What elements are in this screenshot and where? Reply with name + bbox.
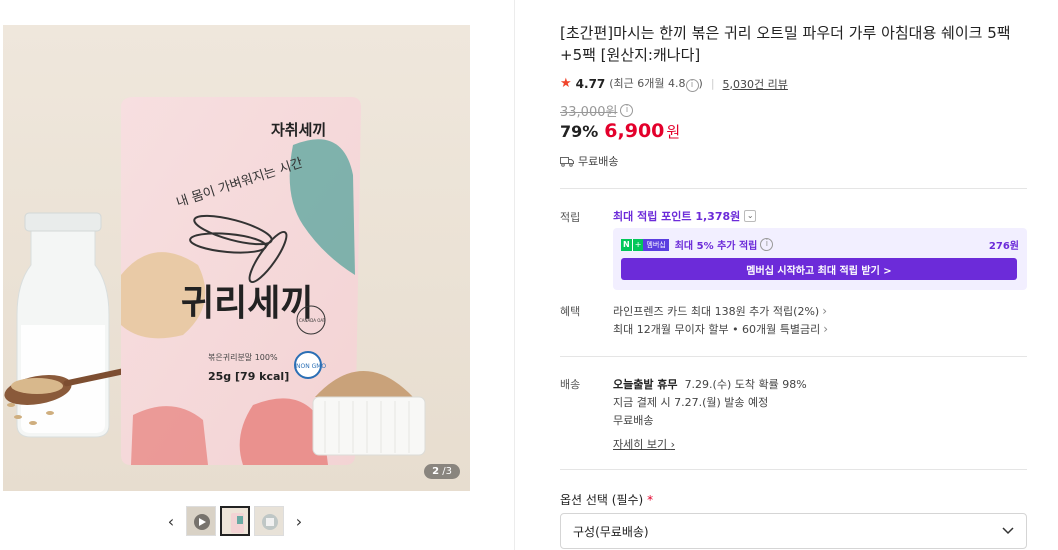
membership-box: N + 멤버십 최대 5% 추가 적립 i 276원 멤버십 시작하고 최대 적립 … bbox=[613, 228, 1027, 290]
shipping-row: 무료배송 bbox=[560, 153, 618, 169]
package-brand: 자취세끼 bbox=[271, 121, 326, 139]
extra-points-value: 276원 bbox=[988, 241, 1019, 252]
divider bbox=[560, 356, 1027, 357]
original-price-value: 33,000원 bbox=[560, 105, 618, 120]
package-sub: 볶은귀리분말 100% bbox=[208, 352, 278, 362]
membership-start-button[interactable]: 멤버십 시작하고 최대 적립 받기 > bbox=[621, 258, 1017, 280]
info-icon[interactable]: i bbox=[685, 79, 699, 92]
discount-rate: 79% bbox=[560, 122, 599, 141]
option-selected-value: 구성(무료배송) bbox=[573, 524, 649, 539]
delivery-label: 배송 bbox=[560, 378, 581, 391]
column-divider bbox=[514, 0, 515, 550]
chevron-right-icon: › bbox=[295, 511, 303, 531]
product-gallery: 자취세끼 내 몸이 가벼워지는 시간 귀리세끼 볶은귀리분말 100% 25g … bbox=[0, 0, 515, 550]
divider bbox=[560, 469, 1027, 470]
rating-row: ★ 4.77 (최근 6개월 4.8 i) | 5,030건 리뷰 bbox=[560, 75, 788, 92]
chevron-down-icon: ⌄ bbox=[744, 210, 757, 222]
review-count-link[interactable]: 5,030건 리뷰 bbox=[723, 76, 788, 92]
option-select[interactable]: 구성(무료배송) bbox=[560, 513, 1027, 549]
prev-image-button[interactable]: ‹ bbox=[160, 506, 182, 536]
info-icon[interactable]: i bbox=[760, 238, 774, 251]
benefit-installment[interactable]: 최대 12개월 무이자 할부 • 60개월 특별금리 › bbox=[613, 321, 828, 337]
package-name: 귀리세끼 bbox=[181, 283, 313, 324]
chevron-right-icon: › bbox=[822, 304, 828, 318]
image-counter: 2 /3 bbox=[424, 464, 460, 479]
product-title: [초간편]마시는 한끼 볶은 귀리 오트밀 파우더 가루 아침대용 쉐이크 5팩… bbox=[560, 24, 1011, 64]
info-icon[interactable]: i bbox=[620, 104, 634, 117]
star-icon: ★ bbox=[560, 76, 572, 91]
thumbnail-selected[interactable] bbox=[220, 506, 250, 536]
sale-price: 6,900 bbox=[604, 120, 665, 142]
chevron-right-icon: › bbox=[823, 322, 829, 336]
chevron-down-icon bbox=[1002, 527, 1014, 535]
chevron-left-icon: ‹ bbox=[167, 511, 175, 531]
max-points[interactable]: 최대 적립 포인트 1,378원 ⌄ bbox=[613, 208, 757, 224]
canada-seal: CANADA OAT bbox=[299, 318, 326, 323]
separator: | bbox=[710, 77, 715, 90]
extra-points-text: 최대 5% 추가 적립 bbox=[674, 241, 758, 252]
rating-score: 4.77 bbox=[575, 76, 606, 91]
non-gmo-badge: NON GMO bbox=[296, 363, 326, 370]
delivery-line-3: 무료배송 bbox=[613, 414, 654, 427]
product-photo: 자취세끼 내 몸이 가벼워지는 시간 귀리세끼 볶은귀리분말 100% 25g … bbox=[3, 25, 470, 491]
option-label: 옵션 선택 (필수) * bbox=[560, 493, 654, 507]
points-label: 적립 bbox=[560, 211, 581, 224]
delivery-detail-link[interactable]: 자세히 보기 › bbox=[613, 436, 675, 452]
delivery-line-2: 지금 결제 시 7.27.(월) 발송 예정 bbox=[613, 396, 769, 409]
original-price: 33,000원 i bbox=[560, 101, 634, 120]
delivery-line-1: 오늘출발 휴무 7.29.(수) 도착 확률 98% bbox=[613, 378, 807, 391]
sale-price-row: 79% 6,900 원 bbox=[560, 120, 680, 142]
package-weight: 25g [79 kcal] bbox=[208, 370, 289, 383]
chevron-right-icon: › bbox=[670, 438, 676, 451]
play-icon bbox=[187, 507, 215, 535]
main-product-image[interactable]: 자취세끼 내 몸이 가벼워지는 시간 귀리세끼 볶은귀리분말 100% 25g … bbox=[3, 25, 470, 491]
thumbnail-3[interactable] bbox=[254, 506, 284, 536]
currency-unit: 원 bbox=[666, 123, 681, 141]
rating-recent: (최근 6개월 4.8 i) bbox=[609, 77, 703, 92]
thumbnail-video[interactable] bbox=[186, 506, 216, 536]
npay-membership-badge: N + 멤버십 bbox=[621, 238, 669, 251]
benefits-label: 혜택 bbox=[560, 305, 581, 318]
thumbnail-strip: ‹ › bbox=[160, 505, 315, 537]
shipping-text: 무료배송 bbox=[578, 155, 619, 168]
divider bbox=[560, 188, 1027, 189]
next-image-button[interactable]: › bbox=[288, 506, 310, 536]
thumbnail-image bbox=[255, 507, 283, 535]
truck-icon bbox=[560, 156, 574, 167]
benefit-card[interactable]: 라인프렌즈 카드 최대 138원 추가 적립(2%) › bbox=[613, 303, 827, 319]
thumbnail-image bbox=[222, 508, 248, 534]
